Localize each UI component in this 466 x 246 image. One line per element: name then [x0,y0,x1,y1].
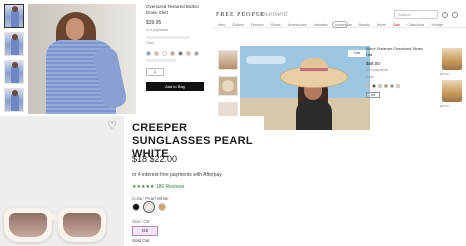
color-swatches [146,51,208,56]
color-label: Color [366,75,375,79]
bag-icon[interactable] [452,12,458,18]
product-title: Bikini Dreamer Oversized Straw Hat [366,46,423,57]
nav-item-collections[interactable]: Collections [407,23,424,27]
nav-item-dresses[interactable]: Dresses [251,23,264,27]
size-option[interactable]: OS [366,92,380,98]
product-thumbnail-1[interactable] [4,4,24,28]
divider [146,36,190,39]
nav-item-accessories[interactable]: Accessories [288,23,307,27]
nav-item-vintage[interactable]: Vintage [431,23,443,27]
nav-item-beauty[interactable]: Beauty [359,23,370,27]
recommended-product-price: $48.00 [440,72,450,76]
color-label: Color [146,41,155,45]
product-main-image: ♡ [28,4,136,114]
hat-product-panel: FREE PEOPLE movement Search New Clothes Dr… [212,0,466,130]
sunglasses-product-image [4,208,108,242]
payment-note: or 4 payments [366,68,389,72]
color-swatch[interactable] [158,203,166,211]
stock-status: Sold Out [132,238,150,243]
color-swatch[interactable] [146,51,151,56]
color-swatch[interactable] [132,203,140,211]
color-swatch[interactable] [378,84,382,88]
nav-item-new[interactable]: New [218,23,225,27]
shirt-product-panel: ♡ Oversized Textured Button Down Shirt $… [0,0,212,116]
product-info: Bikini Dreamer Oversized Straw Hat $68.0… [366,46,428,98]
main-nav: New Clothes Dresses Shoes Accessories Intimat… [218,23,443,27]
color-swatch[interactable] [170,51,175,56]
color-swatches [366,84,428,88]
color-swatch[interactable] [162,51,167,56]
recommended-product-image[interactable] [442,48,462,70]
divider [146,59,176,62]
product-thumbnail-4[interactable] [4,88,24,112]
product-info: Oversized Textured Button Down Shirt $39… [146,4,208,91]
color-swatch[interactable] [154,51,159,56]
quantity-field[interactable]: 1 [146,68,164,76]
color-swatch[interactable] [178,51,183,56]
color-swatch[interactable] [390,84,394,88]
product-thumbnail-2[interactable] [218,76,238,96]
recommended-product-price: $58.00 [440,104,450,108]
nav-item-home[interactable]: Home [377,23,386,27]
nav-highlight [332,21,348,28]
search-input[interactable]: Search [394,10,438,19]
recommended-product-image[interactable] [442,80,462,102]
size-label: Size: OS [132,219,150,224]
product-price: $39.95 [146,20,162,26]
nav-item-intimates[interactable]: Intimates [314,23,328,27]
sunglasses-image-panel: ♡ [0,116,124,246]
nav-item-clothes[interactable]: Clothes [232,23,244,27]
product-thumbnail-1[interactable] [218,50,238,70]
add-to-bag-button[interactable]: Add to Bag [146,82,204,91]
nav-item-shoes[interactable]: Shoes [271,23,281,27]
account-icon[interactable] [442,12,448,18]
nav-item-sale[interactable]: Sale [393,23,400,27]
product-price: $68.00 [366,61,380,66]
color-swatch[interactable] [384,84,388,88]
sunglasses-info-panel: CREEPER SUNGLASSES PEARL WHITE $18 $22.0… [124,116,264,246]
product-price: $18 $22.00 [132,154,178,164]
color-swatch[interactable] [145,203,153,211]
product-thumbnail-3[interactable] [4,60,24,84]
payment-note: or 4 payments [146,28,169,32]
product-thumbnail-2[interactable] [4,32,24,56]
color-swatch[interactable] [366,84,370,88]
heart-icon[interactable]: ♡ [106,120,118,132]
color-swatch[interactable] [194,51,199,56]
sale-badge: Sale [348,50,366,57]
color-swatch[interactable] [372,84,376,88]
color-label: Color: Pearl White [132,196,169,201]
sub-brand-logo[interactable]: movement [256,11,288,18]
size-option-button[interactable]: OS [132,226,158,236]
color-swatch[interactable] [396,84,400,88]
product-title: Oversized Textured Button Down Shirt [146,4,199,15]
color-swatch[interactable] [186,51,191,56]
afterpay-note: or 4 interest-free payments with Afterpa… [132,172,222,178]
color-swatches [132,203,166,211]
reviews-link[interactable]: ★★★★★ 186 Reviews [132,184,184,190]
